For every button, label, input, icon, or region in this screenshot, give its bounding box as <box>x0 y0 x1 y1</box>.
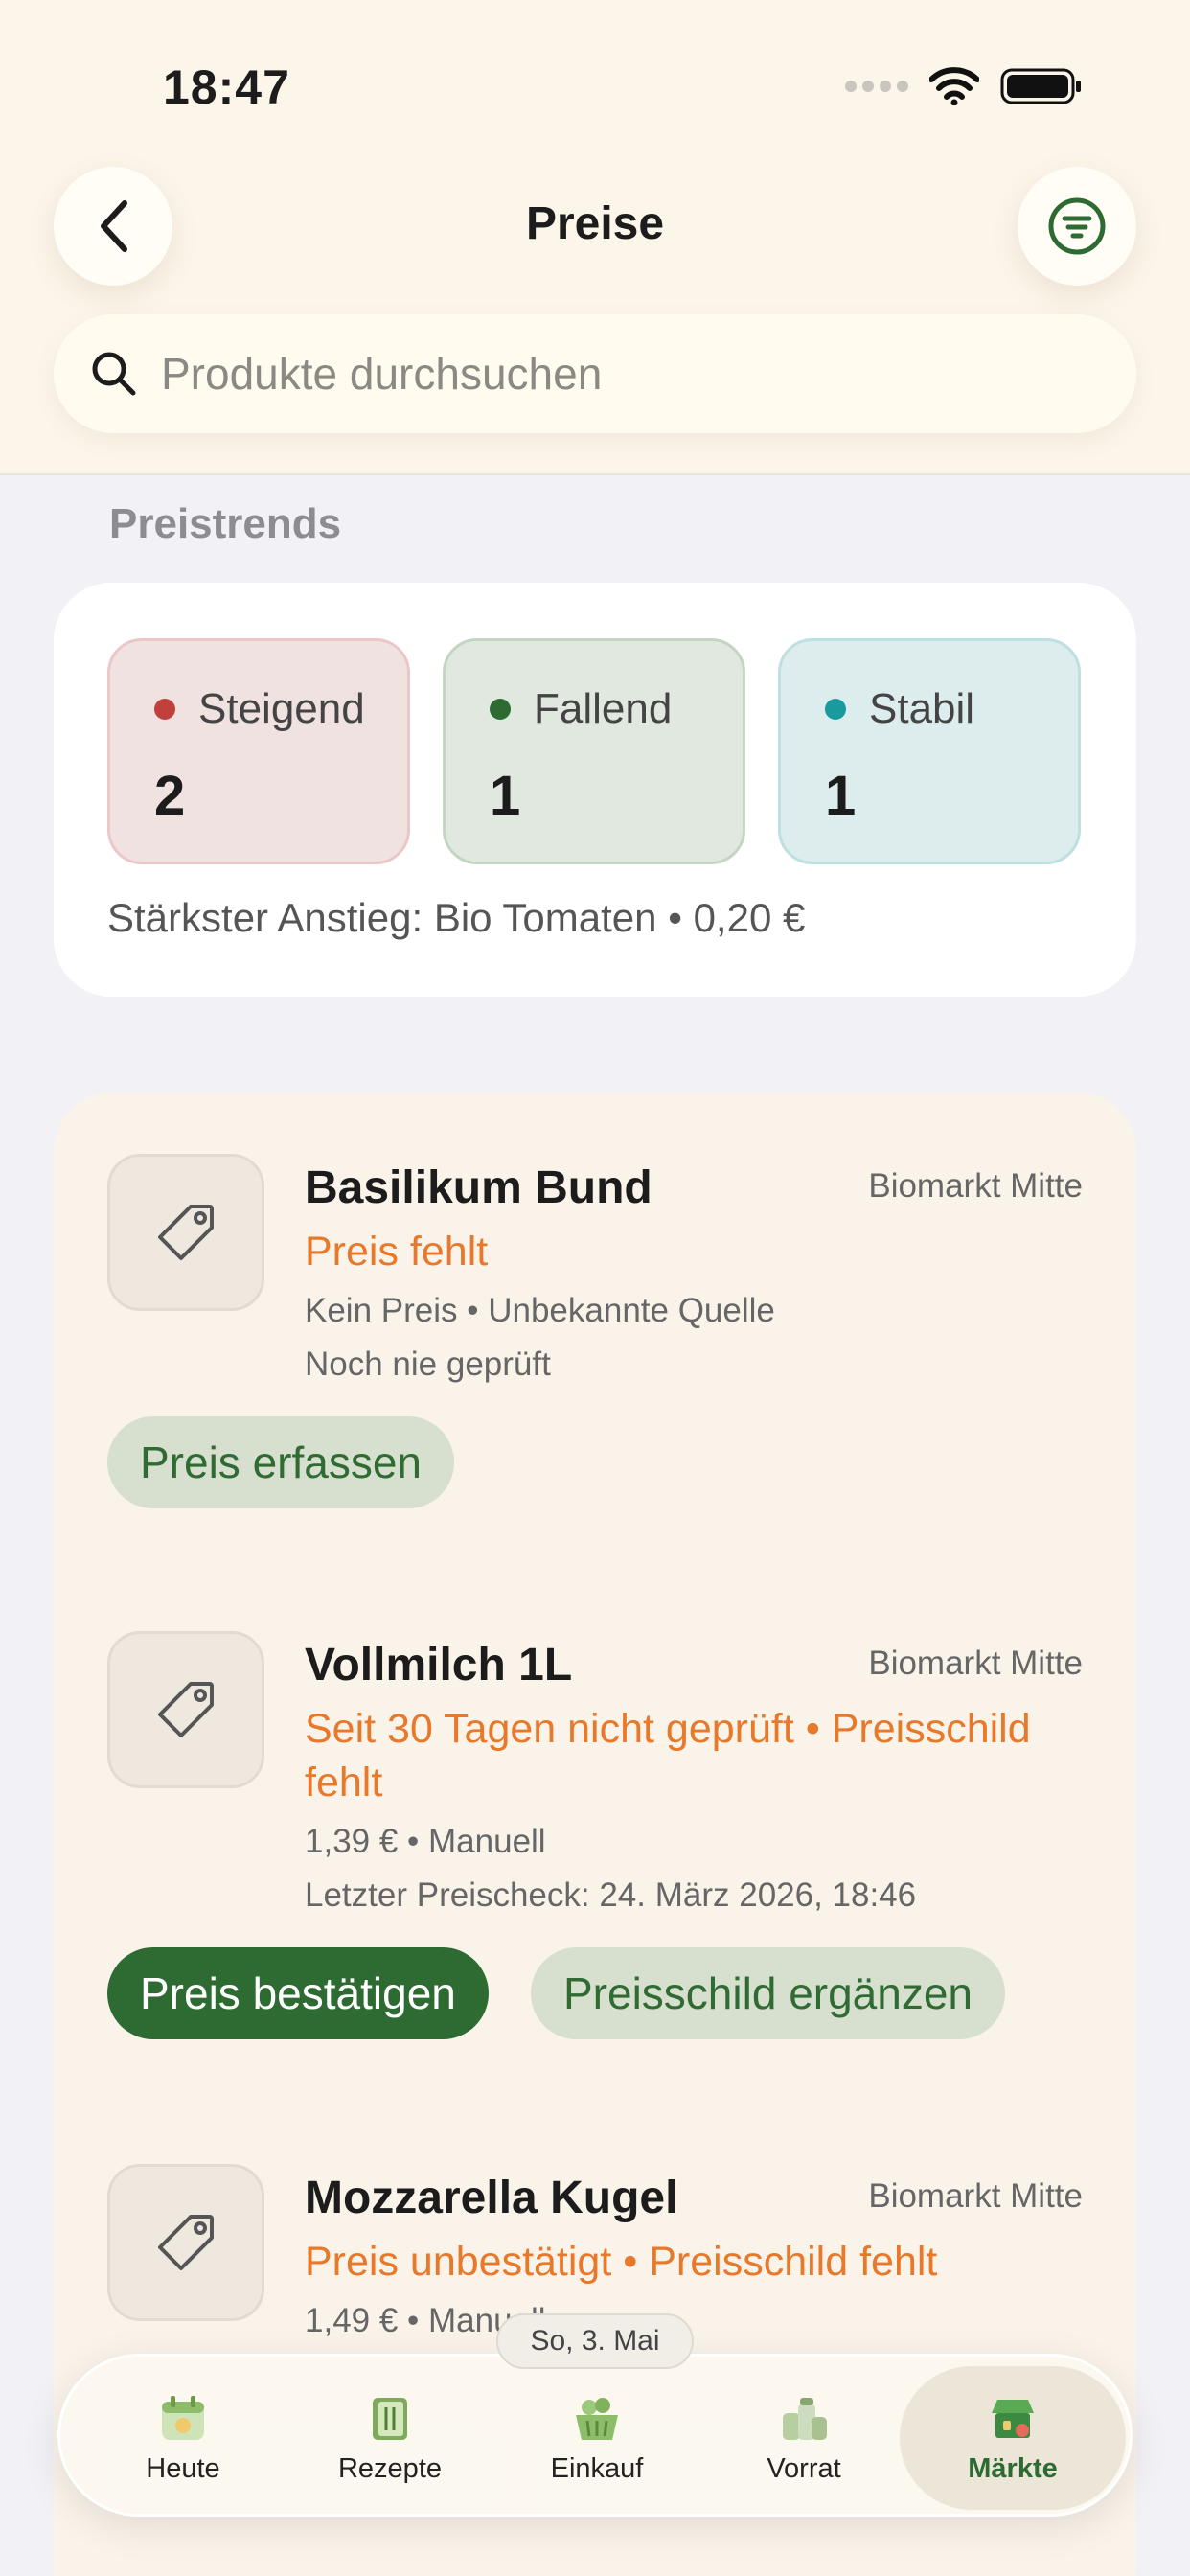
price-tag-icon <box>158 1682 214 1737</box>
tab-einkauf[interactable]: Einkauf <box>501 2357 693 2519</box>
price-tag-icon <box>158 1205 214 1260</box>
falling-dot-icon <box>490 699 511 720</box>
trend-rising-count: 2 <box>154 765 186 827</box>
search-input[interactable] <box>161 348 1023 400</box>
tab-maerkte[interactable]: Märkte <box>900 2366 1126 2510</box>
tab-bar: Heute Rezepte Einkauf Vorrat Märkte <box>57 2354 1133 2517</box>
product-thumbnail <box>107 1631 264 1788</box>
search-bar[interactable] <box>54 314 1136 433</box>
product-name: Mozzarella Kugel <box>305 2173 678 2223</box>
battery-icon <box>1000 68 1081 104</box>
trend-falling[interactable]: Fallend 1 <box>443 638 745 864</box>
product-warning: Seit 30 Tagen nicht geprüft • Preisschil… <box>305 1706 1031 1806</box>
confirm-price-button[interactable]: Preis bestätigen <box>107 1947 489 2039</box>
strongest-increase-note: Stärkster Anstieg: Bio Tomaten • 0,20 € <box>107 895 806 940</box>
calendar-icon <box>162 2395 204 2440</box>
rising-dot-icon <box>154 699 175 720</box>
status-icons <box>845 67 1083 105</box>
section-title-price-trends: Preistrends <box>109 500 342 547</box>
market-stall-icon <box>992 2399 1034 2438</box>
tab-label: Märkte <box>968 2452 1058 2484</box>
filter-button[interactable] <box>1018 167 1136 286</box>
shopping-basket-icon <box>576 2397 618 2440</box>
trend-stable-label: Stabil <box>869 685 975 732</box>
search-icon <box>92 352 136 396</box>
product-market: Biomarkt Mitte <box>868 2177 1083 2215</box>
recipe-book-icon <box>373 2397 407 2440</box>
trend-stable-count: 1 <box>825 765 857 827</box>
price-tag-icon <box>158 2215 214 2270</box>
status-time: 18:47 <box>163 60 290 114</box>
tab-vorrat[interactable]: Vorrat <box>708 2357 900 2519</box>
product-last-check: Noch nie geprüft <box>305 1346 551 1383</box>
trend-falling-label: Fallend <box>534 685 673 732</box>
header: 18:47 Preise <box>0 0 1190 475</box>
product-name: Basilikum Bund <box>305 1162 652 1213</box>
product-market: Biomarkt Mitte <box>868 1644 1083 1682</box>
date-chip[interactable]: So, 3. Mai <box>496 2313 694 2369</box>
product-last-check: Letzter Preischeck: 24. März 2026, 18:46 <box>305 1876 917 1914</box>
product-name: Vollmilch 1L <box>305 1640 573 1690</box>
pantry-jars-icon <box>783 2397 827 2440</box>
product-thumbnail <box>107 2164 264 2321</box>
product-market: Biomarkt Mitte <box>868 1167 1083 1205</box>
trend-falling-count: 1 <box>490 765 521 827</box>
product-warning: Preis unbestätigt • Preisschild fehlt <box>305 2239 938 2285</box>
add-price-tag-button[interactable]: Preisschild ergänzen <box>531 1947 1006 2039</box>
tab-label: Rezepte <box>337 2452 442 2484</box>
product-thumbnail <box>107 1154 264 1311</box>
product-meta: Kein Preis • Unbekannte Quelle <box>305 1292 775 1329</box>
tab-label: Heute <box>146 2452 220 2484</box>
stable-dot-icon <box>825 699 846 720</box>
price-trends-card: Steigend 2 Fallend 1 Stabil 1 Stärkster … <box>54 583 1136 997</box>
wifi-icon <box>929 67 979 105</box>
tab-label: Einkauf <box>550 2452 644 2484</box>
trend-rising[interactable]: Steigend 2 <box>107 638 410 864</box>
page-title: Preise <box>525 198 665 249</box>
product-meta: 1,39 € • Manuell <box>305 1823 546 1860</box>
tab-rezepte[interactable]: Rezepte <box>294 2357 486 2519</box>
signal-icon <box>845 80 908 92</box>
trend-rising-label: Steigend <box>198 685 365 732</box>
tab-label: Vorrat <box>767 2452 841 2484</box>
trend-stable[interactable]: Stabil 1 <box>778 638 1081 864</box>
filter-icon <box>1048 197 1106 255</box>
product-warning: Preis fehlt <box>305 1229 489 1275</box>
tab-heute[interactable]: Heute <box>87 2357 279 2519</box>
record-price-button[interactable]: Preis erfassen <box>107 1416 455 1508</box>
